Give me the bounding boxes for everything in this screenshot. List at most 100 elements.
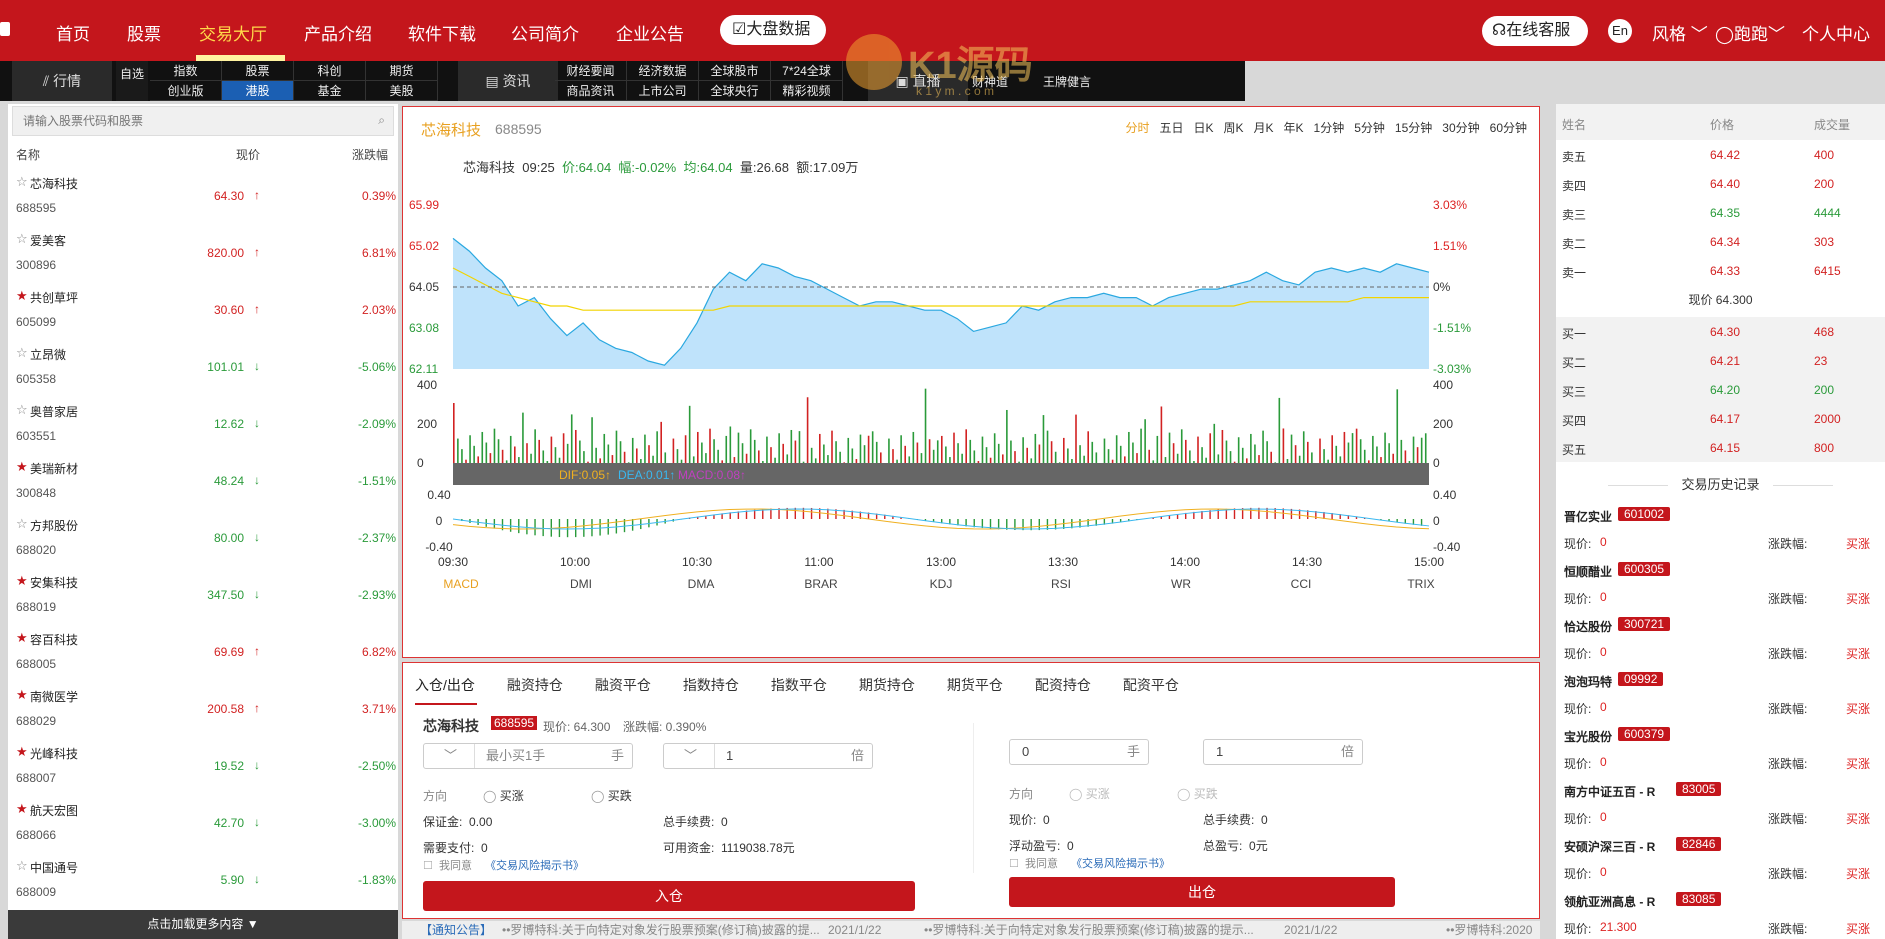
trade-tab[interactable]: 指数持仓 bbox=[683, 675, 739, 695]
nav-company[interactable]: 公司简介 bbox=[511, 20, 579, 45]
stock-row[interactable]: ☆ 方邦股份 688020 80.00 ↓ -2.37% bbox=[8, 510, 398, 567]
live-section[interactable]: ▣ 直播 bbox=[868, 61, 968, 101]
trade-tab[interactable]: 指数平仓 bbox=[771, 675, 827, 695]
favorite-star-icon[interactable]: ★ bbox=[16, 744, 28, 760]
market-section[interactable]: ⫽ 行情 bbox=[12, 61, 112, 101]
history-item[interactable]: 恰达股份 300721 现价: 0 涨跌幅: 买涨 bbox=[1556, 612, 1885, 667]
period-tab[interactable]: 日K bbox=[1193, 121, 1213, 135]
live-item-1[interactable]: 财神道 bbox=[972, 73, 1008, 90]
indicator-tab[interactable]: WR bbox=[1171, 577, 1191, 591]
nav-home[interactable]: 首页 bbox=[56, 20, 90, 45]
enter-position-button[interactable]: 入仓 bbox=[423, 881, 915, 911]
period-tab[interactable]: 月K bbox=[1254, 121, 1274, 135]
trade-tab[interactable]: 期货平仓 bbox=[947, 675, 1003, 695]
period-tab[interactable]: 五日 bbox=[1159, 121, 1183, 135]
grid-us[interactable]: 美股 bbox=[366, 81, 438, 101]
agree-checkbox[interactable]: ☐ 我同意 bbox=[423, 857, 472, 873]
news-section[interactable]: ▤ 资讯 bbox=[458, 61, 558, 101]
favorite-star-icon[interactable]: ☆ bbox=[16, 516, 28, 532]
trade-tab[interactable]: 融资平仓 bbox=[595, 675, 651, 695]
intraday-chart[interactable]: 65.99 65.02 64.05 63.08 62.11 3.03% 1.51% 0% -1.… bbox=[403, 157, 1539, 657]
load-more-button[interactable]: 点击加载更多内容 ▼ bbox=[8, 910, 398, 939]
close-agree-checkbox[interactable]: ☐ 我同意 bbox=[1009, 855, 1058, 871]
grid-hk[interactable]: 港股 bbox=[222, 81, 294, 101]
indicator-tab[interactable]: BRAR bbox=[804, 577, 838, 591]
indicator-tab[interactable]: RSI bbox=[1051, 577, 1071, 591]
favorite-star-icon[interactable]: ★ bbox=[16, 630, 28, 646]
grid-index[interactable]: 指数 bbox=[150, 61, 222, 81]
indicator-tab[interactable]: KDJ bbox=[930, 577, 953, 591]
search-icon[interactable]: ⌕ bbox=[378, 113, 385, 128]
stock-row[interactable]: ☆ 中国通号 688009 5.90 ↓ -1.83% bbox=[8, 852, 398, 909]
history-item[interactable]: 泡泡玛特 09992 现价: 0 涨跌幅: 买涨 bbox=[1556, 667, 1885, 722]
lot-select[interactable]: ﹀ 最小买1手 手 bbox=[423, 743, 633, 769]
history-item[interactable]: 南方中证五百 - R 83005 现价: 0 涨跌幅: 买涨 bbox=[1556, 777, 1885, 832]
nav-download[interactable]: 软件下载 bbox=[408, 20, 476, 45]
notice-item[interactable]: ••罗博特科:关于向特定对象发行股票预案(修订稿)披露的提示... bbox=[924, 921, 1254, 939]
stock-row[interactable]: ★ 美瑞新材 300848 48.24 ↓ -1.51% bbox=[8, 453, 398, 510]
grid-global-stocks[interactable]: 全球股市 bbox=[699, 61, 771, 81]
multiplier-select[interactable]: ﹀ 1 倍 bbox=[663, 743, 873, 769]
style-menu[interactable]: 风格 ﹀ bbox=[1652, 20, 1708, 45]
stock-row[interactable]: ☆ 爱美客 300896 820.00 ↑ 6.81% bbox=[8, 225, 398, 282]
grid-star[interactable]: 科创 bbox=[294, 61, 366, 81]
nav-products[interactable]: 产品介绍 bbox=[304, 20, 372, 45]
grid-fund[interactable]: 基金 bbox=[294, 81, 366, 101]
grid-gem[interactable]: 创业版 bbox=[150, 81, 222, 101]
grid-stock[interactable]: 股票 bbox=[222, 61, 294, 81]
live-item-2[interactable]: 王牌健言 bbox=[1043, 73, 1091, 90]
grid-listed[interactable]: 上市公司 bbox=[627, 81, 699, 101]
favorite-star-icon[interactable]: ★ bbox=[16, 288, 28, 304]
trade-tab[interactable]: 融资持仓 bbox=[507, 675, 563, 695]
nav-trading-hall[interactable]: 交易大厅 bbox=[199, 20, 267, 45]
grid-videos[interactable]: 精彩视频 bbox=[771, 81, 843, 101]
language-button[interactable]: En bbox=[1608, 19, 1632, 43]
grid-central-banks[interactable]: 全球央行 bbox=[699, 81, 771, 101]
period-tab[interactable]: 周K bbox=[1224, 121, 1244, 135]
period-tab[interactable]: 5分钟 bbox=[1354, 121, 1385, 135]
period-tab[interactable]: 60分钟 bbox=[1490, 121, 1527, 135]
indicator-tab[interactable]: CCI bbox=[1291, 577, 1312, 591]
nav-stocks[interactable]: 股票 bbox=[127, 20, 161, 45]
favorite-star-icon[interactable]: ★ bbox=[16, 573, 28, 589]
big-data-button[interactable]: ☑大盘数据 bbox=[720, 15, 826, 45]
stock-row[interactable]: ☆ 立昂微 605358 101.01 ↓ -5.06% bbox=[8, 339, 398, 396]
indicator-tab[interactable]: TRIX bbox=[1407, 577, 1434, 591]
stock-search-input[interactable] bbox=[13, 107, 353, 135]
favorite-star-icon[interactable]: ★ bbox=[16, 459, 28, 475]
history-item[interactable]: 领航亚洲高息 - R 83085 现价: 21.300 涨跌幅: 买涨 bbox=[1556, 887, 1885, 939]
notice-item[interactable]: ••罗博特科:关于向特定对象发行股票预案(修订稿)披露的提... bbox=[502, 921, 820, 939]
stock-row[interactable]: ☆ 奥普家居 603551 12.62 ↓ -2.09% bbox=[8, 396, 398, 453]
nav-announcements[interactable]: 企业公告 bbox=[616, 20, 684, 45]
grid-finance-news[interactable]: 财经要闻 bbox=[555, 61, 627, 81]
favorite-star-icon[interactable]: ☆ bbox=[16, 858, 28, 874]
favorite-star-icon[interactable]: ★ bbox=[16, 801, 28, 817]
history-item[interactable]: 恒顺醋业 600305 现价: 0 涨跌幅: 买涨 bbox=[1556, 557, 1885, 612]
period-tab[interactable]: 30分钟 bbox=[1442, 121, 1479, 135]
close-buy-down-radio[interactable]: ◯ 买跌 bbox=[1177, 785, 1218, 802]
period-tab[interactable]: 1分钟 bbox=[1314, 121, 1345, 135]
close-lot-input[interactable]: 0 手 bbox=[1009, 739, 1149, 765]
exit-position-button[interactable]: 出仓 bbox=[1009, 877, 1395, 907]
notice-item[interactable]: ••罗博特科:2020 bbox=[1446, 921, 1532, 939]
user-menu[interactable]: ◯跑跑﹀ bbox=[1715, 20, 1785, 45]
buy-up-radio[interactable]: ◯ 买涨 bbox=[483, 787, 524, 804]
risk-disclosure-link[interactable]: 《交易风险揭示书》 bbox=[485, 857, 584, 873]
stock-row[interactable]: ★ 南微医学 688029 200.58 ↑ 3.71% bbox=[8, 681, 398, 738]
grid-economic-data[interactable]: 经济数据 bbox=[627, 61, 699, 81]
indicator-tab[interactable]: DMA bbox=[688, 577, 715, 591]
history-item[interactable]: 安硕沪深三百 - R 82846 现价: 0 涨跌幅: 买涨 bbox=[1556, 832, 1885, 887]
trade-tab[interactable]: 入仓/出仓 bbox=[415, 675, 475, 695]
stock-row[interactable]: ☆ 芯海科技 688595 64.30 ↑ 0.39% bbox=[8, 168, 398, 225]
favorite-star-icon[interactable]: ☆ bbox=[16, 402, 28, 418]
grid-futures[interactable]: 期货 bbox=[366, 61, 438, 81]
favorite-star-icon[interactable]: ★ bbox=[16, 687, 28, 703]
grid-commodity[interactable]: 商品资讯 bbox=[555, 81, 627, 101]
period-tab[interactable]: 年K bbox=[1284, 121, 1304, 135]
stock-row[interactable]: ★ 安集科技 688019 347.50 ↓ -2.93% bbox=[8, 567, 398, 624]
stock-row[interactable]: ★ 光峰科技 688007 19.52 ↓ -2.50% bbox=[8, 738, 398, 795]
stock-row[interactable]: ★ 航天宏图 688066 42.70 ↓ -3.00% bbox=[8, 795, 398, 852]
close-buy-up-radio[interactable]: ◯ 买涨 bbox=[1069, 785, 1110, 802]
favorite-star-icon[interactable]: ☆ bbox=[16, 231, 28, 247]
trade-tab[interactable]: 配资平仓 bbox=[1123, 675, 1179, 695]
